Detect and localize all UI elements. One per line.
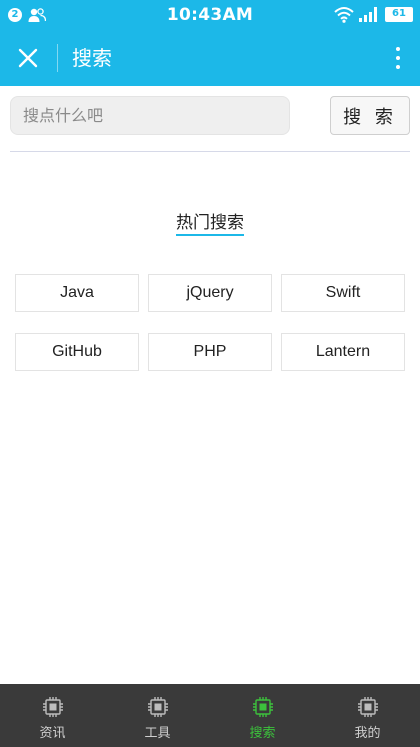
search-input[interactable] xyxy=(10,96,290,135)
page-title: 搜索 xyxy=(72,46,112,70)
nav-label: 我的 xyxy=(354,726,381,741)
hot-tag[interactable]: Swift xyxy=(281,274,405,312)
hot-tag[interactable]: Lantern xyxy=(281,333,405,371)
chip-icon xyxy=(357,697,378,717)
wifi-icon xyxy=(334,7,354,23)
hot-search-title: 热门搜索 xyxy=(176,213,244,233)
hot-tag[interactable]: Java xyxy=(15,274,139,312)
bottom-nav: 资讯 工具 搜索 我的 xyxy=(0,684,420,747)
signal-icon xyxy=(359,7,377,22)
status-time: 10:43AM xyxy=(166,5,254,25)
hot-tag[interactable]: GitHub xyxy=(15,333,139,371)
chip-icon xyxy=(42,697,63,717)
close-button[interactable] xyxy=(10,40,46,76)
more-vertical-icon xyxy=(396,47,400,51)
search-button[interactable]: 搜 索 xyxy=(330,96,410,135)
app-header: 2 10:43AM 61 搜索 xyxy=(0,0,420,86)
nav-item-search[interactable]: 搜索 xyxy=(210,684,315,747)
status-bar: 2 10:43AM 61 xyxy=(0,0,420,30)
toolbar: 搜索 xyxy=(0,30,420,86)
search-divider xyxy=(10,151,410,152)
close-icon xyxy=(18,48,38,68)
nav-label: 搜索 xyxy=(249,726,276,741)
more-options-button[interactable] xyxy=(390,42,406,74)
toolbar-divider xyxy=(57,44,58,72)
battery-indicator: 61 xyxy=(385,7,413,22)
nav-item-tools[interactable]: 工具 xyxy=(105,684,210,747)
hot-tag[interactable]: PHP xyxy=(148,333,272,371)
chip-icon xyxy=(147,697,168,717)
nav-label: 工具 xyxy=(144,726,171,741)
chip-icon xyxy=(252,697,273,717)
hot-tag[interactable]: jQuery xyxy=(148,274,272,312)
nav-item-mine[interactable]: 我的 xyxy=(315,684,420,747)
nav-item-news[interactable]: 资讯 xyxy=(0,684,105,747)
nav-label: 资讯 xyxy=(39,726,66,741)
hot-search-underline xyxy=(176,234,244,236)
